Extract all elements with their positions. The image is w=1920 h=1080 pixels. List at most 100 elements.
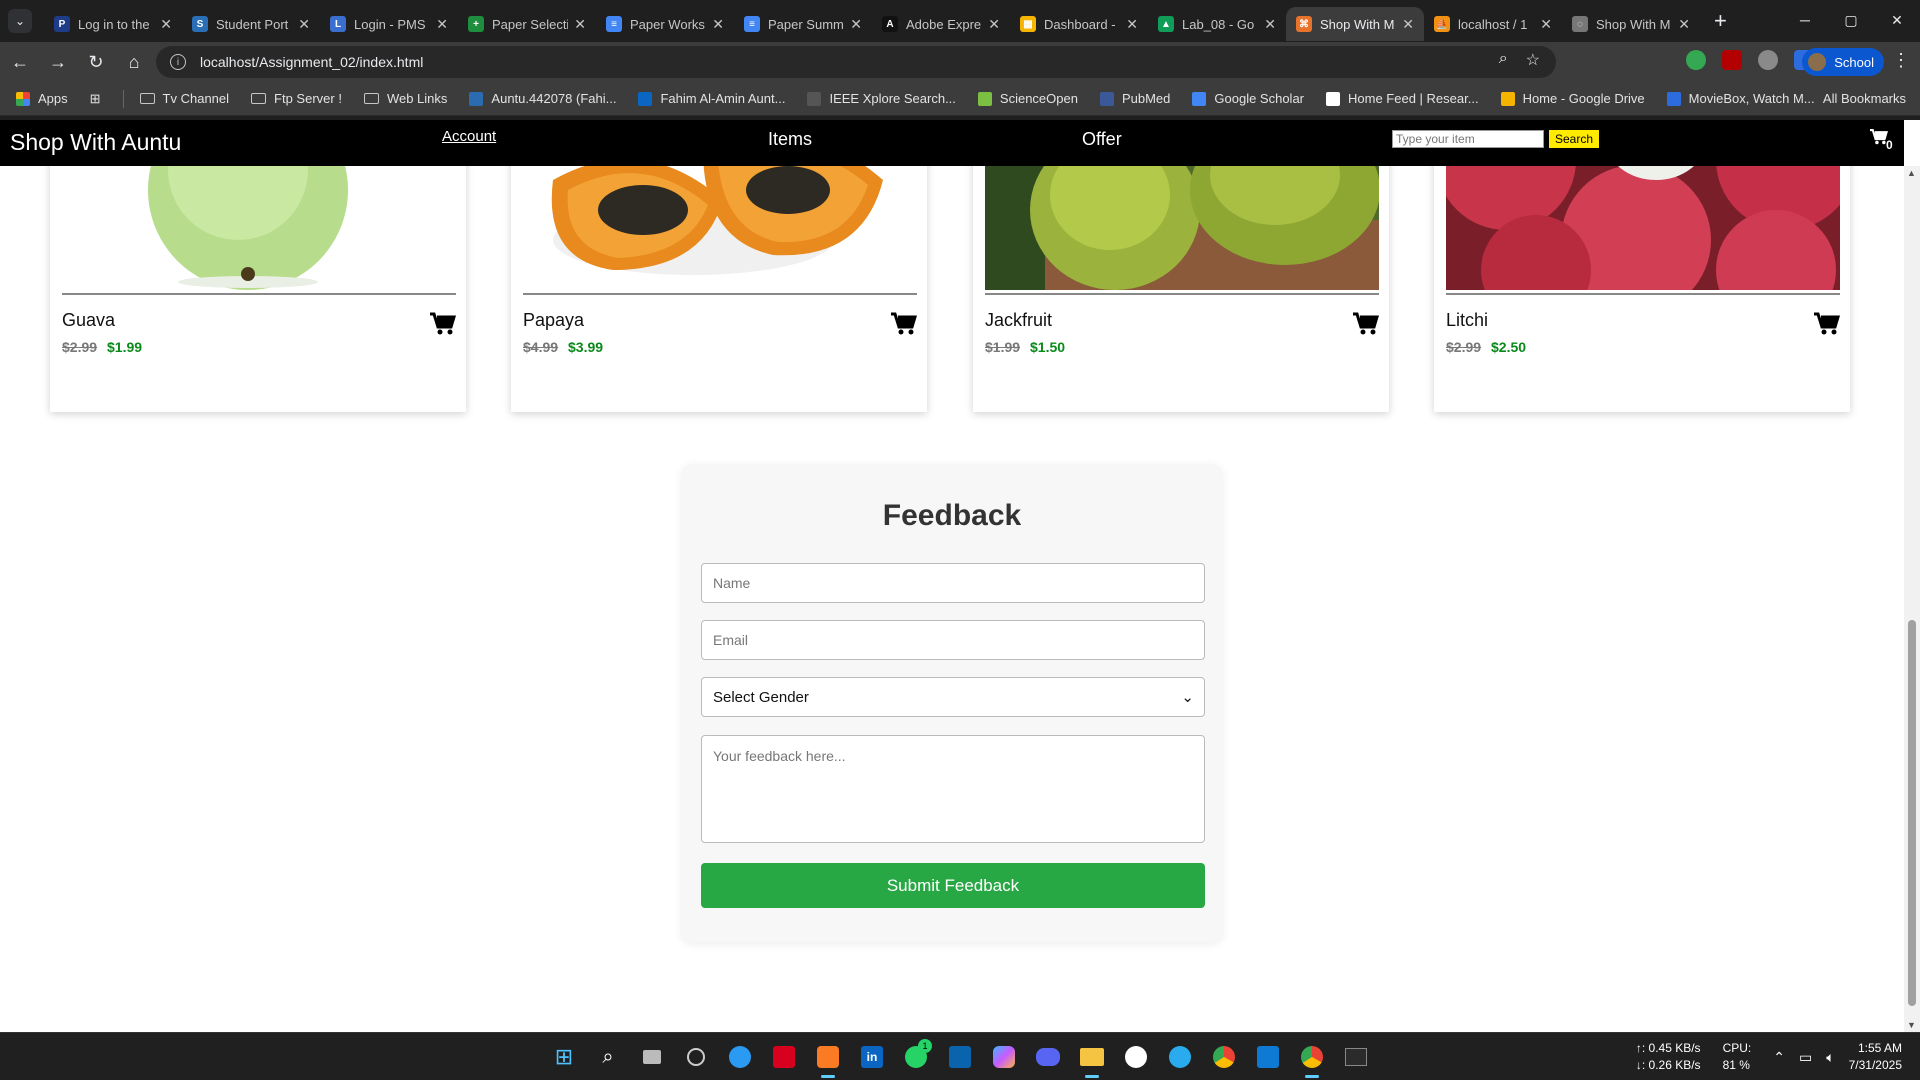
vscode-icon[interactable] bbox=[1252, 1041, 1284, 1073]
telegram-icon[interactable] bbox=[1164, 1041, 1196, 1073]
add-to-cart-icon[interactable] bbox=[1814, 312, 1840, 336]
bookmark-item[interactable]: ScienceOpen bbox=[977, 91, 1078, 106]
close-tab-icon[interactable]: ✕ bbox=[1678, 16, 1690, 33]
site-info-icon[interactable]: i bbox=[170, 54, 186, 70]
close-tab-icon[interactable]: ✕ bbox=[712, 16, 724, 33]
bookmark-item[interactable]: Ftp Server ! bbox=[251, 91, 342, 106]
reload-button[interactable]: ↻ bbox=[78, 44, 114, 80]
close-tab-icon[interactable]: ✕ bbox=[1402, 16, 1414, 33]
address-bar[interactable]: i localhost/Assignment_02/index.html bbox=[156, 46, 1556, 78]
browser-tab[interactable]: ◌ Shop With M ✕ bbox=[1562, 7, 1700, 41]
close-tab-icon[interactable]: ✕ bbox=[1540, 16, 1552, 33]
bookmark-item[interactable]: MovieBox, Watch M... bbox=[1666, 91, 1815, 106]
task-view-icon[interactable] bbox=[636, 1041, 668, 1073]
xampp-icon[interactable] bbox=[812, 1041, 844, 1078]
close-tab-icon[interactable]: ✕ bbox=[1126, 16, 1138, 33]
nav-offer-link[interactable]: Offer bbox=[1082, 129, 1122, 150]
profile-button[interactable]: School bbox=[1802, 48, 1884, 76]
scrollbar-thumb[interactable] bbox=[1908, 620, 1916, 1006]
discord-icon[interactable] bbox=[1032, 1041, 1064, 1073]
add-to-cart-icon[interactable] bbox=[891, 312, 917, 336]
nav-items-link[interactable]: Items bbox=[768, 129, 812, 150]
ublock-icon[interactable] bbox=[1722, 50, 1742, 70]
browser-tab[interactable]: S Student Port ✕ bbox=[182, 7, 320, 41]
browser-tab[interactable]: ⌘ Shop With M ✕ bbox=[1286, 7, 1424, 41]
minimize-button[interactable]: ─ bbox=[1782, 0, 1828, 40]
bookmark-item[interactable]: Google Scholar bbox=[1192, 91, 1304, 106]
browser-tab[interactable]: A Adobe Expre ✕ bbox=[872, 7, 1010, 41]
profile-label: School bbox=[1834, 54, 1874, 70]
bookmark-item[interactable]: Apps bbox=[16, 91, 68, 106]
app-store-icon[interactable] bbox=[1120, 1041, 1152, 1073]
bookmark-item[interactable]: Tv Channel bbox=[139, 91, 229, 106]
scroll-up-arrow-icon[interactable]: ▲ bbox=[1907, 168, 1916, 178]
extension-icon[interactable] bbox=[1686, 50, 1706, 70]
site-search-input[interactable]: Type your item bbox=[1392, 130, 1544, 148]
tab-groups-icon[interactable]: ⊞ bbox=[90, 91, 101, 107]
browser-tab[interactable]: L Login - PMS ✕ bbox=[320, 7, 458, 41]
browser-tab[interactable]: + Paper Selecti ✕ bbox=[458, 7, 596, 41]
close-tab-icon[interactable]: ✕ bbox=[298, 16, 310, 33]
linkedin-icon[interactable]: in bbox=[856, 1041, 888, 1073]
browser-tab[interactable]: P Log in to the ✕ bbox=[44, 7, 182, 41]
start-icon[interactable]: ⊞ bbox=[548, 1041, 580, 1073]
maximize-button[interactable]: ▢ bbox=[1828, 0, 1874, 40]
close-tab-icon[interactable]: ✕ bbox=[988, 16, 1000, 33]
clock[interactable]: 1:55 AM 7/31/2025 bbox=[1849, 1040, 1902, 1074]
browser-tab[interactable]: ▲ Lab_08 - Go ✕ bbox=[1148, 7, 1286, 41]
bookmark-item[interactable]: Home - Google Drive bbox=[1500, 91, 1645, 106]
bookmark-star-icon[interactable]: ☆ bbox=[1526, 50, 1540, 70]
bookmark-item[interactable]: Auntu.442078 (Fahi... bbox=[469, 91, 616, 106]
add-to-cart-icon[interactable] bbox=[1353, 312, 1379, 336]
email-field[interactable]: Email bbox=[701, 620, 1205, 660]
close-tab-icon[interactable]: ✕ bbox=[574, 16, 586, 33]
bookmark-item[interactable]: Fahim Al-Amin Aunt... bbox=[638, 91, 785, 106]
bookmark-item[interactable]: Web Links bbox=[363, 91, 447, 106]
new-tab-button[interactable]: + bbox=[1714, 8, 1727, 34]
network-icon[interactable]: ▭ bbox=[1799, 1049, 1812, 1066]
site-brand[interactable]: Shop With Auntu bbox=[10, 129, 181, 156]
forward-button[interactable]: → bbox=[40, 44, 76, 80]
close-tab-icon[interactable]: ✕ bbox=[160, 16, 172, 33]
bookmark-item[interactable]: IEEE Xplore Search... bbox=[807, 91, 956, 106]
whatsapp-icon[interactable]: 1 bbox=[900, 1039, 932, 1073]
chevron-up-icon[interactable]: ⌃ bbox=[1773, 1049, 1785, 1066]
add-to-cart-icon[interactable] bbox=[430, 312, 456, 336]
scroll-down-arrow-icon[interactable]: ▼ bbox=[1907, 1020, 1916, 1030]
feedback-textarea[interactable]: Your feedback here... bbox=[701, 735, 1205, 843]
chrome-icon[interactable] bbox=[1208, 1041, 1240, 1073]
search-icon[interactable]: ⌕ bbox=[592, 1041, 624, 1073]
site-search-button[interactable]: Search bbox=[1549, 130, 1599, 148]
extension-icon[interactable] bbox=[1758, 50, 1778, 70]
copilot-icon[interactable] bbox=[988, 1041, 1020, 1073]
browser-tab[interactable]: ≡ Paper Summ ✕ bbox=[734, 7, 872, 41]
bookmark-item[interactable]: PubMed bbox=[1099, 91, 1170, 106]
zoom-icon[interactable]: ⌕ bbox=[1499, 50, 1508, 70]
back-button[interactable]: ← bbox=[2, 44, 38, 80]
nav-account-link[interactable]: Account bbox=[442, 128, 496, 145]
volume-icon[interactable]: 🔈︎ bbox=[1826, 1049, 1834, 1066]
close-tab-icon[interactable]: ✕ bbox=[1264, 16, 1276, 33]
browser-tab[interactable]: ▦ Dashboard - ✕ bbox=[1010, 7, 1148, 41]
widgets-icon[interactable] bbox=[680, 1041, 712, 1073]
outlook-icon[interactable] bbox=[944, 1041, 976, 1073]
adobe-icon[interactable] bbox=[768, 1041, 800, 1073]
close-tab-icon[interactable]: ✕ bbox=[436, 16, 448, 33]
gender-select[interactable]: Select Gender ⌄ bbox=[701, 677, 1205, 717]
submit-feedback-button[interactable]: Submit Feedback bbox=[701, 863, 1205, 908]
tab-search-button[interactable]: ⌄ bbox=[8, 9, 32, 33]
page-scrollbar[interactable]: ▲ ▼ bbox=[1904, 166, 1920, 1032]
close-window-button[interactable]: ✕ bbox=[1874, 0, 1920, 40]
bookmark-item[interactable]: Home Feed | Resear... bbox=[1326, 91, 1479, 106]
close-tab-icon[interactable]: ✕ bbox=[850, 16, 862, 33]
browser-tab[interactable]: ⛵ localhost / 1 ✕ bbox=[1424, 7, 1562, 41]
menu-icon[interactable]: ⋮ bbox=[1892, 50, 1910, 71]
terminal-icon[interactable] bbox=[1340, 1041, 1372, 1073]
all-bookmarks[interactable]: All Bookmarks bbox=[1823, 91, 1906, 106]
edge-icon[interactable] bbox=[724, 1041, 756, 1073]
name-field[interactable]: Name bbox=[701, 563, 1205, 603]
chrome-icon[interactable] bbox=[1296, 1041, 1328, 1078]
browser-tab[interactable]: ≡ Paper Works ✕ bbox=[596, 7, 734, 41]
home-button[interactable]: ⌂ bbox=[116, 44, 152, 80]
file-explorer-icon[interactable] bbox=[1076, 1041, 1108, 1078]
